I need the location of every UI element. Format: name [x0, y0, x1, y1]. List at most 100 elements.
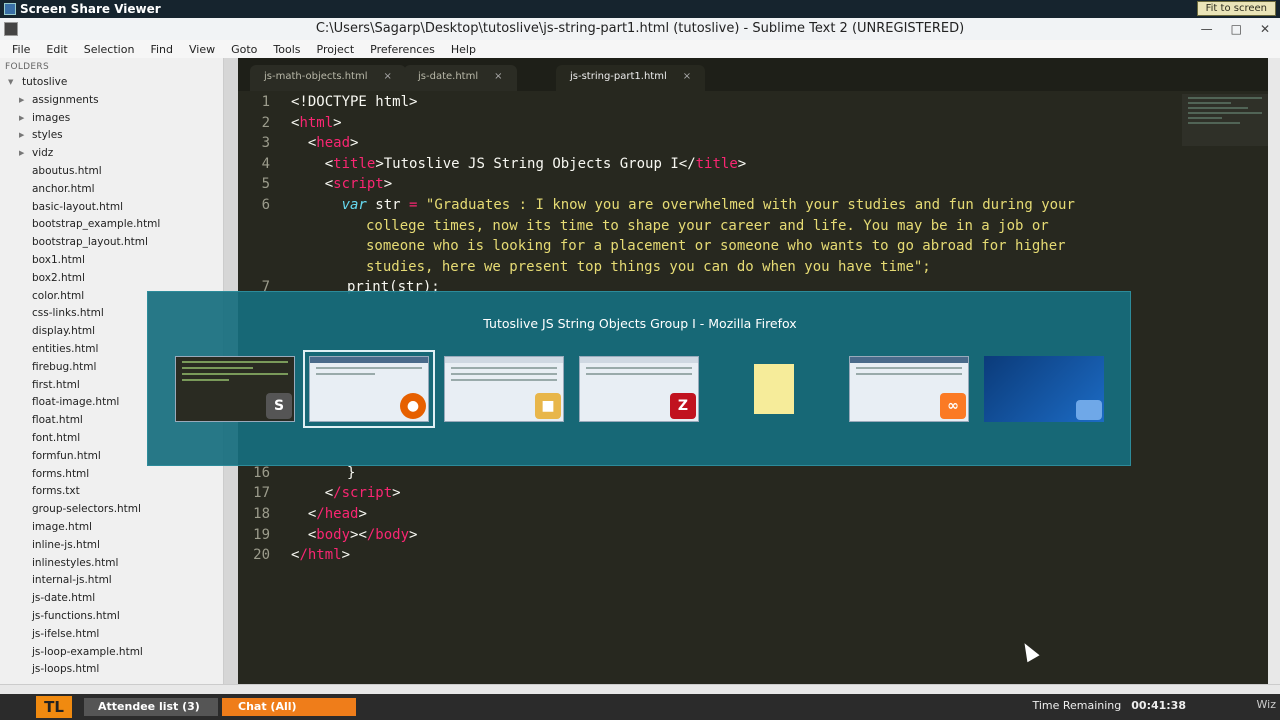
tree-file[interactable]: forms.html [0, 466, 223, 484]
tree-file[interactable]: internal-js.html [0, 572, 223, 590]
switcher-thumb-xampp[interactable]: ∞ [849, 356, 969, 422]
line-number: 6 [261, 197, 270, 213]
tree-file[interactable]: bootstrap_example.html [0, 216, 223, 234]
viewer-title: Screen Share Viewer [20, 2, 161, 16]
code-line: <body></body> [291, 526, 418, 543]
line-number: 2 [261, 114, 270, 131]
time-label: Time Remaining [1032, 699, 1122, 712]
minimap[interactable] [1182, 94, 1268, 146]
line-number: 3 [261, 135, 270, 152]
tree-file[interactable]: js-loops.html [0, 661, 223, 679]
tree-root-folder[interactable]: tutoslive [0, 74, 223, 92]
tree-folder[interactable]: assignments [0, 92, 223, 110]
line-number: 4 [261, 155, 270, 172]
line-number: 17 [253, 485, 270, 502]
tree-file[interactable]: js-loop-example.html [0, 644, 223, 662]
tree-file[interactable]: inlinestyles.html [0, 555, 223, 573]
tree-file[interactable]: inline-js.html [0, 537, 223, 555]
time-remaining: Time Remaining 00:41:38 [1032, 699, 1186, 712]
tab-close-icon[interactable]: × [494, 71, 502, 82]
code-line-wrap: studies, here we present top things you … [366, 258, 931, 275]
tree-folder[interactable]: images [0, 110, 223, 128]
window-switcher: Tutoslive JS String Objects Group I - Mo… [147, 291, 1131, 466]
code-line: <!DOCTYPE html> [291, 94, 418, 110]
tree-file[interactable]: basic-layout.html [0, 199, 223, 217]
tree-file[interactable]: aboutus.html [0, 163, 223, 181]
attendee-list-button[interactable]: Attendee list (3) [84, 698, 218, 716]
menu-preferences[interactable]: Preferences [362, 43, 443, 56]
code-line: </html> [291, 547, 351, 564]
switcher-thumb-desktop[interactable] [984, 356, 1104, 422]
tab-label: js-math-objects.html [264, 71, 368, 82]
code-line: var str = "Graduates : I know you are ov… [341, 197, 1075, 213]
tab-js-string-part1[interactable]: js-string-part1.html × [556, 65, 706, 91]
code-line: } [347, 464, 356, 481]
code-line: <script> [291, 176, 393, 193]
menu-find[interactable]: Find [142, 43, 181, 56]
tree-folder[interactable]: styles [0, 127, 223, 145]
code-line: <html> [291, 114, 342, 131]
menu-tools[interactable]: Tools [265, 43, 308, 56]
tree-file[interactable]: bootstrap_layout.html [0, 234, 223, 252]
fit-to-screen-button[interactable]: Fit to screen [1196, 1, 1276, 16]
line-number: 5 [261, 176, 270, 193]
tree-file[interactable]: anchor.html [0, 181, 223, 199]
tab-js-date[interactable]: js-date.html × [404, 65, 517, 91]
time-value: 00:41:38 [1131, 699, 1186, 712]
viewer-app-icon [4, 3, 16, 15]
line-number: 16 [253, 464, 270, 481]
tree-file[interactable]: forms.txt [0, 483, 223, 501]
firefox-icon: ● [400, 393, 426, 419]
switcher-thumb-filezilla[interactable]: Z [579, 356, 699, 422]
maximize-icon[interactable]: □ [1231, 18, 1242, 40]
vertical-scrollbar[interactable] [1268, 58, 1280, 684]
close-icon[interactable]: ✕ [1260, 18, 1270, 40]
window-titlebar: C:\Users\Sagarp\Desktop\tutoslive\js-str… [0, 18, 1280, 40]
code-line: </script> [291, 485, 401, 502]
tree-file[interactable]: js-date.html [0, 590, 223, 608]
menu-goto[interactable]: Goto [223, 43, 265, 56]
filezilla-icon: Z [670, 393, 696, 419]
switcher-thumb-firefox[interactable]: ● [303, 350, 435, 428]
sublime-app-icon [4, 22, 18, 36]
tree-file[interactable]: box1.html [0, 252, 223, 270]
tab-close-icon[interactable]: × [683, 71, 691, 82]
minimize-icon[interactable]: — [1201, 18, 1213, 40]
folder-icon: ■ [535, 393, 561, 419]
sublime-icon: S [266, 393, 292, 419]
menu-project[interactable]: Project [309, 43, 363, 56]
chat-button[interactable]: Chat (All) [222, 698, 356, 716]
tree-file[interactable]: group-selectors.html [0, 501, 223, 519]
switcher-window-title: Tutoslive JS String Objects Group I - Mo… [483, 316, 797, 331]
tab-label: js-date.html [418, 71, 479, 82]
switcher-thumb-explorer[interactable]: ■ [444, 356, 564, 422]
tree-folder[interactable]: vidz [0, 145, 223, 163]
tab-close-icon[interactable]: × [384, 71, 392, 82]
menu-edit[interactable]: Edit [38, 43, 75, 56]
tab-bar: js-math-objects.html × js-date.html × js-s… [238, 58, 1268, 91]
brand-logo: Wiz [1256, 698, 1276, 711]
code-line-wrap: someone who is looking for a placement o… [366, 238, 1066, 255]
tree-file[interactable]: js-ifelse.html [0, 626, 223, 644]
tree-file[interactable]: js-functions.html [0, 608, 223, 626]
code-line: </head> [291, 506, 367, 522]
viewer-toolbar: TL Attendee list (3) Chat (All) Time Rem… [0, 694, 1280, 720]
tree-file[interactable]: image.html [0, 519, 223, 537]
line-number: 1 [261, 94, 270, 110]
menu-file[interactable]: File [4, 43, 38, 56]
menu-selection[interactable]: Selection [76, 43, 143, 56]
tree-file[interactable]: box2.html [0, 270, 223, 288]
sidebar-header: FOLDERS [5, 62, 49, 72]
menu-bar: File Edit Selection Find View Goto Tools… [0, 40, 1280, 58]
sticky-note-icon [754, 364, 794, 414]
tab-js-math-objects[interactable]: js-math-objects.html × [250, 65, 406, 91]
menu-view[interactable]: View [181, 43, 223, 56]
switcher-thumb-sublime[interactable]: S [175, 356, 295, 422]
line-number: 20 [253, 547, 270, 564]
horizontal-scrollbar[interactable] [0, 684, 1280, 694]
switcher-thumb-sticky-notes[interactable] [714, 356, 834, 422]
tl-logo: TL [36, 696, 72, 718]
menu-help[interactable]: Help [443, 43, 484, 56]
viewer-titlebar: Screen Share Viewer Fit to screen [0, 0, 1280, 18]
line-number: 18 [253, 506, 270, 522]
